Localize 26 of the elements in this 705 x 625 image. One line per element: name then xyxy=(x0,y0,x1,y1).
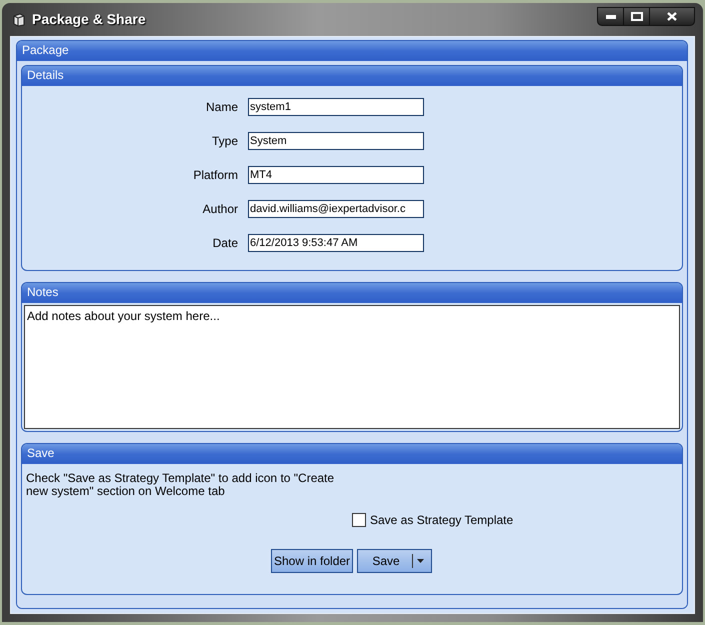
caret-icon xyxy=(417,559,424,563)
field-label: Author xyxy=(202,201,239,218)
field-label: Name xyxy=(204,99,239,116)
minimize-icon xyxy=(606,14,616,18)
package-icon xyxy=(12,12,26,26)
text-field[interactable]: MT4 xyxy=(248,166,424,184)
notes-field[interactable]: Add notes about your system here... xyxy=(24,305,680,429)
checkbox-label: Save as Strategy Template xyxy=(370,512,514,529)
panel-title: Save xyxy=(27,446,54,460)
maximize-icon xyxy=(630,12,642,21)
text-field[interactable]: System xyxy=(248,132,424,150)
panel-title: Package xyxy=(22,43,69,57)
show-folder-button[interactable]: Show in folder xyxy=(271,549,354,573)
window-title: Package & Share xyxy=(32,10,146,29)
field-label: Platform xyxy=(192,167,239,184)
text-field[interactable]: david.williams@iexpertadvisor.c xyxy=(248,200,424,218)
template-checkbox[interactable] xyxy=(352,513,366,527)
panel-title: Notes xyxy=(27,285,58,299)
text-field[interactable]: system1 xyxy=(248,98,424,116)
panel-title: Details xyxy=(27,68,64,82)
close-icon xyxy=(667,12,677,21)
save-description: Check "Save as Strategy Template" to add icon to "Create new system" section on Welcome tab xyxy=(26,472,336,498)
save-split-button[interactable]: Save xyxy=(357,549,432,573)
text-field[interactable]: 6/12/2013 9:53:47 AM xyxy=(248,234,424,252)
field-label: Type xyxy=(210,133,239,150)
field-label: Date xyxy=(212,235,239,252)
